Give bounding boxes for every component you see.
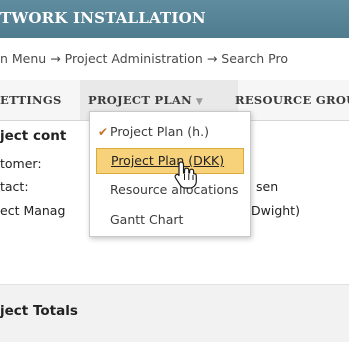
menu-item-label: Gantt Chart (110, 212, 184, 227)
menu-item-label: Project Plan (h.) (110, 124, 209, 139)
project-plan-dropdown-menu: ✔ Project Plan (h.) Project Plan (DKK) R… (89, 111, 251, 237)
customer-label: tomer: (0, 156, 42, 171)
breadcrumb-text[interactable]: n Menu → Project Administration → Search… (0, 51, 288, 66)
contact-label: tact: (0, 179, 29, 194)
tab-resource-groups-label: RESOURCE GROU (235, 93, 349, 107)
breadcrumb: n Menu → Project Administration → Search… (0, 38, 349, 81)
project-totals-title: ject Totals (0, 303, 78, 319)
menu-item-project-plan-dkk[interactable]: Project Plan (DKK) (96, 148, 244, 174)
menu-item-gantt-chart[interactable]: Gantt Chart (96, 208, 242, 232)
app-title: TWORK INSTALLATION (0, 9, 206, 27)
menu-item-resource-allocations[interactable]: Resource allocations (96, 178, 242, 202)
app-header: TWORK INSTALLATION (0, 0, 349, 38)
menu-item-label: Project Plan (DKK) (111, 153, 225, 168)
tab-settings[interactable]: ETTINGS (0, 80, 62, 120)
menu-item-project-plan-hours[interactable]: ✔ Project Plan (h.) (96, 120, 242, 144)
tab-project-plan-label: PROJECT PLAN (88, 93, 192, 107)
tab-resource-groups[interactable]: RESOURCE GROU (235, 80, 349, 120)
hand-cursor-icon (174, 161, 197, 189)
project-totals-section: ject Totals (0, 284, 349, 342)
tab-settings-label: ETTINGS (0, 93, 62, 107)
chevron-down-icon: ▼ (195, 97, 204, 107)
checkmark-icon: ✔ (98, 125, 109, 139)
contact-value: sen (256, 179, 279, 194)
project-manager-label: ect Manag (0, 203, 66, 218)
section-title: ject cont (0, 128, 67, 144)
project-manager-value: Dwight) (251, 203, 300, 218)
